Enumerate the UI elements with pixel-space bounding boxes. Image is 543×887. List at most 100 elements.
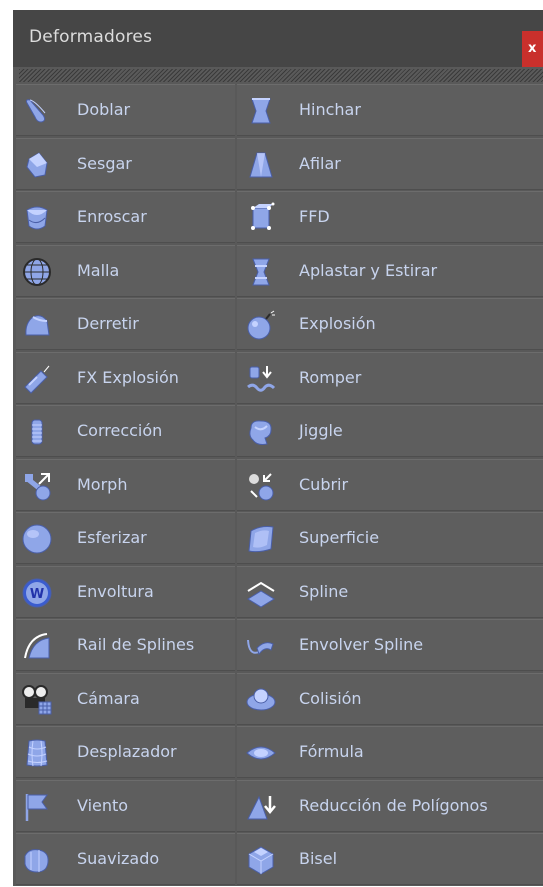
- deformer-item-wrap[interactable]: W Envoltura: [16, 565, 235, 618]
- deformer-item-jiggle[interactable]: Jiggle: [237, 405, 543, 457]
- deformer-grid: Doblar Hinchar Sesgar Afilar Enroscar FFD Mall…: [16, 84, 543, 887]
- collision-icon: [245, 684, 277, 716]
- deformer-item-squash-stretch[interactable]: Aplastar y Estirar: [237, 244, 543, 297]
- spherify-icon: [21, 523, 53, 555]
- deformer-item-twist[interactable]: Enroscar: [16, 191, 235, 243]
- deformer-item-formula[interactable]: Fórmula: [237, 726, 543, 778]
- drag-handle[interactable]: [19, 69, 543, 82]
- deformer-label: Suavizado: [77, 849, 160, 868]
- deformer-row: Suavizado Bisel: [16, 833, 543, 887]
- deformer-label: Sesgar: [77, 153, 132, 173]
- deformer-label: Explosión: [299, 314, 376, 333]
- deformer-row: FX Explosión Romper: [16, 351, 543, 406]
- deformer-item-bomb[interactable]: Explosión: [237, 298, 543, 350]
- close-button[interactable]: x: [522, 31, 543, 67]
- deformer-label: Superficie: [299, 528, 380, 547]
- jiggle-icon: [245, 416, 277, 448]
- bend-icon: [21, 95, 53, 127]
- deformer-label: Cámara: [77, 688, 140, 708]
- deformer-item-mesh[interactable]: Malla: [16, 244, 235, 297]
- deformer-row: Rail de Splines Envolver Spline: [16, 619, 543, 673]
- deformer-label: Corrección: [77, 421, 163, 440]
- wind-flag-icon: [21, 791, 53, 823]
- deformer-item-displacer[interactable]: Desplazador: [16, 726, 235, 778]
- twist-icon: [21, 202, 53, 234]
- deformer-item-dynamite[interactable]: FX Explosión: [16, 351, 235, 404]
- deformer-row: Cámara Colisión: [16, 672, 543, 727]
- deformer-row: Viento Reducción de Polígonos: [16, 779, 543, 834]
- correction-icon: [21, 416, 53, 448]
- bomb-icon: [245, 309, 277, 341]
- deformer-label: Reducción de Polígonos: [299, 795, 488, 815]
- squash-stretch-icon: [245, 256, 277, 288]
- deformer-item-morph[interactable]: Morph: [16, 458, 235, 511]
- displacer-icon: [21, 737, 53, 769]
- spline-icon: [245, 577, 277, 609]
- deformer-item-spline[interactable]: Spline: [237, 565, 543, 618]
- deformer-label: FX Explosión: [77, 367, 179, 387]
- deformer-item-bulge[interactable]: Hinchar: [237, 84, 543, 136]
- shatter-icon: [245, 363, 277, 395]
- morph-icon: [21, 470, 53, 502]
- wrap-icon: W: [21, 577, 53, 609]
- deformer-item-polygon-reduction[interactable]: Reducción de Polígonos: [237, 779, 543, 832]
- dynamite-icon: [21, 363, 53, 395]
- deformer-row: Doblar Hinchar: [16, 84, 543, 138]
- deformer-item-wind-flag[interactable]: Viento: [16, 779, 235, 832]
- deformer-label: Malla: [77, 260, 120, 280]
- deformer-label: Derretir: [77, 314, 139, 333]
- deformer-row: Morph Cubrir: [16, 458, 543, 513]
- deformer-label: Spline: [299, 581, 349, 601]
- deformer-label: Envolver Spline: [299, 635, 424, 654]
- bulge-icon: [245, 95, 277, 127]
- deformer-item-shear[interactable]: Sesgar: [16, 137, 235, 190]
- deformer-item-spline-rail[interactable]: Rail de Splines: [16, 619, 235, 671]
- melt-icon: [21, 309, 53, 341]
- deformer-item-melt[interactable]: Derretir: [16, 298, 235, 350]
- deformer-item-camera[interactable]: Cámara: [16, 672, 235, 725]
- deformer-item-surface[interactable]: Superficie: [237, 512, 543, 564]
- shear-icon: [21, 149, 53, 181]
- deformer-item-collision[interactable]: Colisión: [237, 672, 543, 725]
- deformer-label: Viento: [77, 795, 129, 815]
- shrink-wrap-icon: [245, 470, 277, 502]
- deformer-row: Desplazador Fórmula: [16, 726, 543, 780]
- formula-icon: [245, 737, 277, 769]
- deformer-label: Romper: [299, 367, 362, 387]
- deformer-label: FFD: [299, 207, 330, 226]
- deformer-label: Jiggle: [299, 421, 343, 440]
- deformer-item-smoothing[interactable]: Suavizado: [16, 833, 235, 885]
- mesh-icon: [21, 256, 53, 288]
- deformer-item-shatter[interactable]: Romper: [237, 351, 543, 404]
- deformer-label: Desplazador: [77, 742, 177, 761]
- taper-icon: [245, 149, 277, 181]
- deformer-item-correction[interactable]: Corrección: [16, 405, 235, 457]
- deformer-item-taper[interactable]: Afilar: [237, 137, 543, 190]
- deformer-row: Esferizar Superficie: [16, 512, 543, 566]
- deformer-label: Hinchar: [299, 100, 361, 119]
- ffd-icon: [245, 202, 277, 234]
- deformer-label: Fórmula: [299, 742, 364, 761]
- deformer-label: Envoltura: [77, 581, 154, 601]
- deformer-row: Corrección Jiggle: [16, 405, 543, 459]
- deformer-item-bevel[interactable]: Bisel: [237, 833, 543, 885]
- title-bar[interactable]: Deformadores x: [13, 10, 543, 67]
- deformer-label: Rail de Splines: [77, 635, 195, 654]
- polygon-reduction-icon: [245, 791, 277, 823]
- deformer-item-bend[interactable]: Doblar: [16, 84, 235, 136]
- surface-icon: [245, 523, 277, 555]
- deformer-label: Cubrir: [299, 474, 349, 494]
- deformer-row: Sesgar Afilar: [16, 137, 543, 192]
- deformer-label: Morph: [77, 474, 128, 494]
- bevel-icon: [245, 844, 277, 876]
- deformer-item-ffd[interactable]: FFD: [237, 191, 543, 243]
- deformer-row: Derretir Explosión: [16, 298, 543, 352]
- deformer-row: Malla Aplastar y Estirar: [16, 244, 543, 299]
- deformer-item-spline-wrap[interactable]: Envolver Spline: [237, 619, 543, 671]
- deformer-item-spherify[interactable]: Esferizar: [16, 512, 235, 564]
- deformer-item-shrink-wrap[interactable]: Cubrir: [237, 458, 543, 511]
- deformers-panel: Deformadores x Doblar Hinchar Sesgar Afilar…: [13, 10, 543, 886]
- deformer-label: Esferizar: [77, 528, 147, 547]
- deformer-row: W Envoltura Spline: [16, 565, 543, 620]
- deformer-label: Bisel: [299, 849, 338, 868]
